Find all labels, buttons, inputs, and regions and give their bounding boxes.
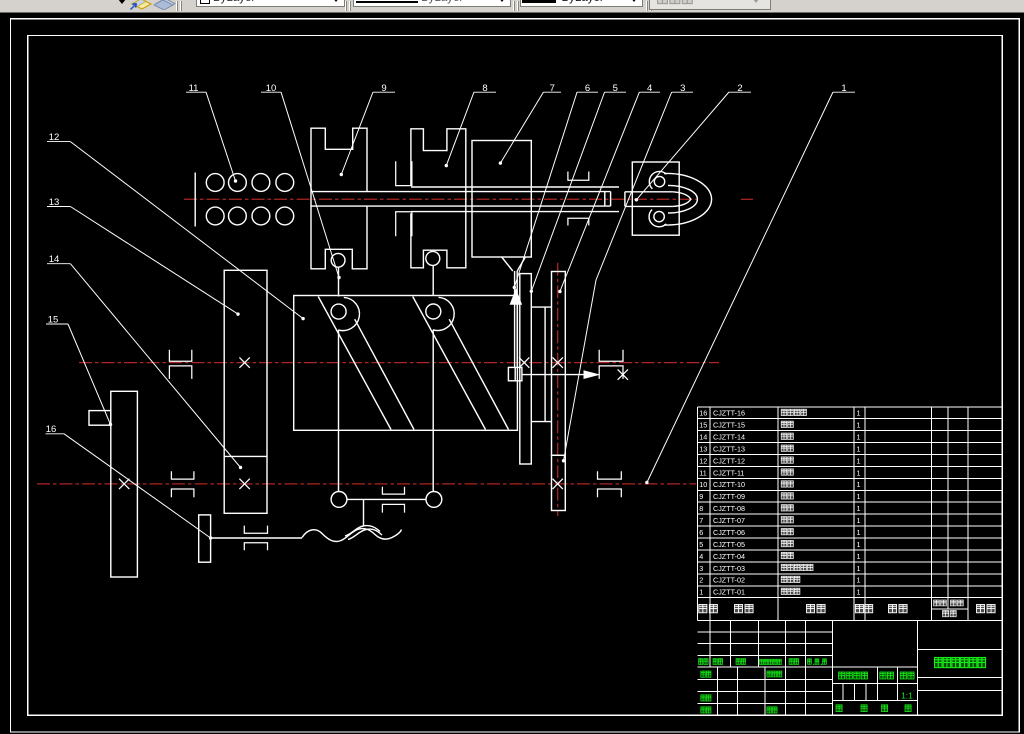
svg-text:13: 13 [49, 197, 60, 208]
svg-text:14: 14 [699, 433, 707, 442]
svg-text:CJZTT-10: CJZTT-10 [713, 480, 745, 489]
svg-text:4: 4 [647, 83, 652, 94]
svg-text:CJZTT-08: CJZTT-08 [713, 504, 745, 513]
svg-text:11: 11 [189, 83, 199, 94]
svg-text:14: 14 [49, 254, 60, 265]
svg-text:CJZTT-13: CJZTT-13 [713, 444, 745, 453]
svg-text:13: 13 [699, 444, 707, 453]
svg-text:1: 1 [857, 456, 861, 465]
svg-text:8: 8 [482, 83, 487, 94]
svg-text:10: 10 [699, 480, 707, 489]
svg-text:9: 9 [699, 492, 703, 501]
svg-text:12: 12 [49, 132, 60, 143]
svg-text:CJZTT-15: CJZTT-15 [713, 421, 745, 430]
svg-text:1: 1 [857, 504, 861, 513]
svg-text:CJZTT-05: CJZTT-05 [713, 540, 745, 549]
svg-text:CJZTT-04: CJZTT-04 [713, 552, 745, 561]
svg-text:1: 1 [857, 421, 861, 430]
svg-text:10: 10 [266, 83, 277, 94]
svg-text:5: 5 [613, 83, 618, 94]
svg-text:1: 1 [857, 444, 861, 453]
svg-text:12: 12 [699, 456, 707, 465]
svg-text:1: 1 [699, 588, 703, 597]
svg-text:2: 2 [699, 576, 703, 585]
svg-text:6: 6 [585, 83, 590, 94]
svg-text:1: 1 [857, 588, 861, 597]
svg-text:8: 8 [699, 504, 703, 513]
svg-text:CJZTT-09: CJZTT-09 [713, 492, 745, 501]
svg-text:6: 6 [699, 528, 703, 537]
svg-text:1: 1 [857, 540, 861, 549]
svg-text:5: 5 [699, 540, 703, 549]
svg-text:9: 9 [381, 83, 386, 94]
svg-text:3: 3 [680, 83, 685, 94]
svg-text:2: 2 [737, 83, 742, 94]
svg-text:CJZTT-03: CJZTT-03 [713, 564, 745, 573]
svg-text:16: 16 [46, 424, 57, 435]
svg-text:1:1: 1:1 [901, 690, 913, 700]
svg-text:CJZTT-07: CJZTT-07 [713, 516, 745, 525]
svg-text:CJZTT-02: CJZTT-02 [713, 576, 745, 585]
svg-text:CJZTT-12: CJZTT-12 [713, 456, 745, 465]
svg-text:1: 1 [857, 552, 861, 561]
svg-text:1: 1 [857, 468, 861, 477]
svg-text:1: 1 [857, 492, 861, 501]
svg-text:1: 1 [857, 516, 861, 525]
svg-text:7: 7 [550, 83, 555, 94]
svg-text:16: 16 [699, 409, 707, 418]
svg-text:7: 7 [699, 516, 703, 525]
svg-text:CJZTT-14: CJZTT-14 [713, 433, 745, 442]
svg-text:CJZTT-16: CJZTT-16 [713, 409, 745, 418]
svg-text:1: 1 [857, 433, 861, 442]
svg-text:15: 15 [699, 421, 707, 430]
svg-text:11: 11 [699, 468, 706, 477]
svg-text:CJZTT-06: CJZTT-06 [713, 528, 745, 537]
svg-text:1: 1 [857, 480, 861, 489]
svg-text:1: 1 [857, 528, 861, 537]
svg-text:1: 1 [841, 83, 846, 94]
svg-text:4: 4 [699, 552, 703, 561]
svg-text:1: 1 [857, 576, 861, 585]
svg-text:15: 15 [48, 314, 59, 325]
svg-text:CJZTT-11: CJZTT-11 [713, 468, 744, 477]
svg-text:3: 3 [699, 564, 703, 573]
svg-text:1: 1 [857, 409, 861, 418]
svg-text:1: 1 [857, 564, 861, 573]
svg-text:CJZTT-01: CJZTT-01 [713, 588, 745, 597]
